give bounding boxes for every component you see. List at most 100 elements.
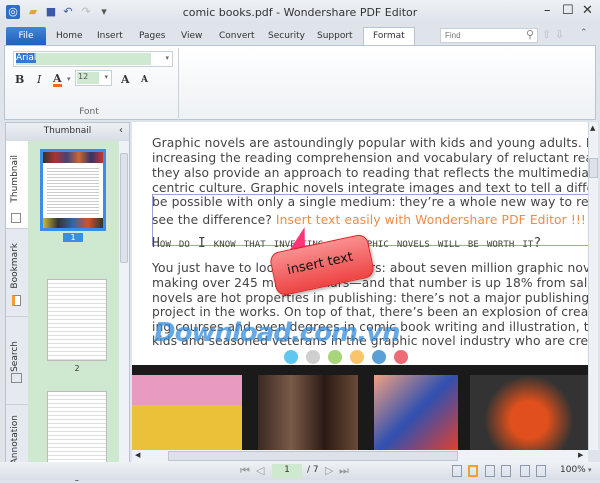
comic-strip-image (132, 365, 588, 450)
search-panel-icon (11, 373, 22, 383)
tab-insert[interactable]: Insert (88, 28, 132, 46)
facing-page-icon[interactable] (485, 465, 495, 477)
tab-thumbnail[interactable]: Thumbnail (6, 141, 28, 229)
font-size-combo[interactable]: 12 ▾ (75, 70, 112, 86)
tab-file[interactable]: File (6, 27, 46, 47)
callout-text: insert text (285, 249, 355, 279)
doc-line: increasing the reading comprehension and… (152, 151, 588, 165)
font-name-combo[interactable]: Arial ▾ (13, 51, 173, 67)
tab-annotation-label: Annotation (10, 415, 20, 465)
continuous-page-icon[interactable] (468, 465, 478, 477)
scroll-thumb[interactable] (168, 451, 458, 461)
grow-font-button[interactable]: A (121, 73, 130, 86)
close-icon[interactable]: ✕ (582, 3, 593, 18)
doc-line: be possible with only a single medium: t… (152, 195, 588, 209)
doc-line: project in the works. On top of that, th… (152, 305, 588, 319)
tab-bookmark-label: Bookmark (10, 243, 20, 289)
collapse-panel-icon[interactable]: ‹ (119, 125, 123, 136)
color-dot (394, 350, 408, 364)
bold-button[interactable]: B (15, 73, 24, 86)
comic-panel (374, 375, 458, 450)
thumbnail-icon (11, 213, 21, 223)
zoom-dropdown-icon[interactable]: ▾ (588, 466, 592, 474)
font-color-button[interactable]: A (53, 73, 62, 87)
tab-security[interactable]: Security (259, 28, 314, 46)
first-page-icon[interactable]: ⏮ (240, 464, 250, 478)
tab-view[interactable]: View (172, 28, 211, 46)
chevron-down-icon[interactable]: ▾ (165, 54, 169, 62)
tab-pages[interactable]: Pages (130, 28, 174, 46)
find-input[interactable] (440, 28, 538, 43)
shrink-font-button[interactable]: A (141, 75, 148, 85)
tab-thumbnail-label: Thumbnail (10, 155, 20, 203)
left-panel: Thumbnail ‹ Thumbnail Bookmark Search An… (5, 122, 130, 483)
page-thumbnail[interactable] (40, 149, 106, 231)
last-page-icon[interactable]: ⏭ (339, 464, 349, 478)
tab-convert[interactable]: Convert (210, 28, 264, 46)
comic-panel (258, 375, 358, 450)
single-page-icon[interactable] (452, 465, 462, 477)
doc-line: centric culture. Graphic novels integrat… (152, 181, 588, 195)
tab-annotation[interactable]: Annotation (6, 405, 28, 465)
next-page-icon[interactable]: ▷ (325, 464, 333, 477)
find-previous-icon[interactable]: ⇧ (542, 28, 551, 41)
continuous-facing-icon[interactable] (501, 465, 511, 477)
color-dot (350, 350, 364, 364)
title-bar: ◎ ▰ ■ ↶ ↷ ▾ comic books.pdf - Wondershar… (0, 0, 600, 24)
page-thumbnail[interactable] (47, 279, 107, 361)
doc-line: they also provide an approach to reading… (152, 166, 588, 180)
inserted-text[interactable]: Insert text easily with Wondershare PDF … (276, 213, 586, 227)
chevron-down-icon[interactable]: ▾ (104, 73, 108, 81)
doc-line: novels are hot properties in publishing:… (152, 291, 588, 305)
find-next-icon[interactable]: ⇩ (555, 28, 564, 41)
tab-search-label: Search (10, 341, 20, 372)
scroll-thumb[interactable] (589, 158, 598, 178)
vertical-scrollbar[interactable]: ▲ (588, 122, 598, 450)
italic-button[interactable]: I (37, 73, 41, 86)
comic-panel (470, 375, 588, 450)
fit-width-icon[interactable] (520, 465, 530, 477)
tab-support[interactable]: Support (308, 28, 362, 46)
thumbnail-list: 1 2 3 (28, 141, 119, 483)
page-number: 2 (74, 364, 80, 373)
scroll-right-icon[interactable]: ▶ (578, 451, 583, 459)
doc-line: see the difference? (152, 213, 276, 227)
doc-line: making over 245 million dollars—and that… (152, 276, 588, 290)
previous-page-icon[interactable]: ◁ (256, 464, 264, 477)
font-group: Arial ▾ B I A ▾ 12 ▾ A A Font (9, 48, 179, 118)
collapse-ribbon-icon[interactable]: ⌃ (580, 28, 588, 38)
tab-format[interactable]: Format (363, 27, 415, 47)
window-title: comic books.pdf - Wondershare PDF Editor (182, 6, 418, 19)
color-dot (328, 350, 342, 364)
ribbon-body: Arial ▾ B I A ▾ 12 ▾ A A Font (4, 45, 596, 120)
page-number: 1 (63, 233, 83, 242)
status-bar: ⏮ ◁ 1 / 7 ▷ ⏭ 100% ▾ (0, 462, 600, 480)
page-thumbnail[interactable] (47, 391, 107, 473)
font-size-value: 12 (77, 72, 99, 84)
thumbnail-scrollbar[interactable] (119, 141, 129, 463)
font-group-label: Font (79, 107, 99, 117)
fit-page-icon[interactable] (536, 465, 546, 477)
font-color-dropdown-icon[interactable]: ▾ (67, 75, 71, 83)
font-name-value: Arial (16, 53, 37, 63)
color-dot (284, 350, 298, 364)
tab-home[interactable]: Home (47, 28, 92, 46)
panel-title: Thumbnail (43, 126, 92, 136)
bookmark-icon (12, 295, 21, 306)
page-number-input[interactable]: 1 (272, 464, 302, 478)
comic-panel (132, 375, 242, 450)
maximize-icon[interactable]: ☐ (562, 3, 574, 18)
total-pages: / 7 (307, 465, 319, 475)
color-dot (306, 350, 320, 364)
horizontal-scrollbar[interactable]: ◀ ▶ (132, 450, 588, 462)
tab-search[interactable]: Search (6, 317, 28, 405)
scroll-up-icon[interactable]: ▲ (590, 124, 595, 132)
minimize-icon[interactable]: – (544, 3, 551, 18)
document-view[interactable]: Graphic novels are astoundingly popular … (132, 122, 588, 450)
doc-line: Graphic novels are astoundingly popular … (152, 136, 588, 150)
zoom-level[interactable]: 100% (560, 465, 586, 475)
panel-header: Thumbnail ‹ (6, 123, 129, 141)
tab-bookmark[interactable]: Bookmark (6, 229, 28, 317)
search-icon[interactable]: ⚲ (526, 28, 534, 41)
scroll-left-icon[interactable]: ◀ (135, 451, 140, 459)
